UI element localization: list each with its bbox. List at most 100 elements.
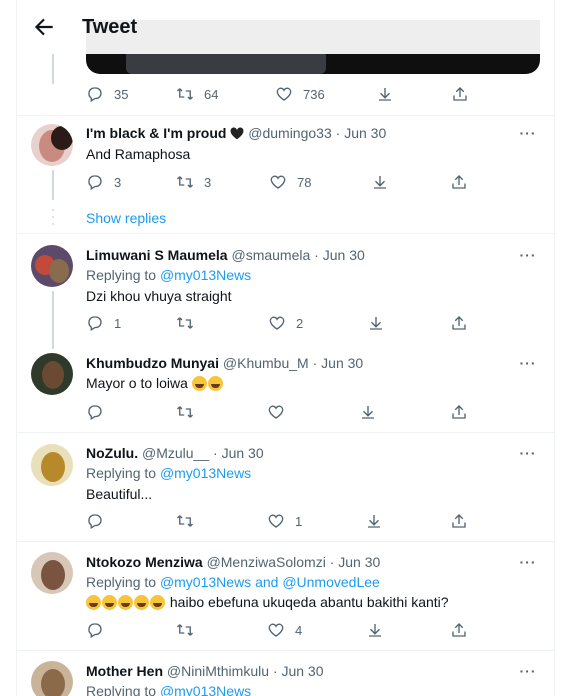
display-name[interactable]: NoZulu. — [86, 445, 138, 461]
download-icon — [369, 624, 381, 637]
separator: · — [329, 554, 335, 570]
avatar[interactable] — [31, 552, 73, 594]
more-options-button[interactable]: ··· — [518, 355, 538, 371]
tweet-date[interactable]: Jun 30 — [323, 247, 365, 263]
display-name[interactable]: I'm black & I'm proud — [86, 125, 226, 141]
avatar[interactable] — [31, 353, 73, 395]
thread-dots — [52, 209, 54, 225]
avatar[interactable] — [31, 124, 73, 166]
show-replies-link[interactable]: Show replies — [86, 210, 166, 226]
avatar[interactable] — [31, 245, 73, 287]
tweet-date[interactable]: Jun 30 — [281, 663, 323, 679]
like-button[interactable]: 4 — [267, 620, 302, 640]
like-button[interactable]: 2 — [268, 313, 303, 333]
more-options-button[interactable]: ··· — [518, 247, 538, 263]
reply-button[interactable] — [86, 511, 104, 531]
avatar[interactable] — [31, 661, 73, 696]
share-button[interactable] — [450, 402, 468, 422]
tweet-text-row: haibo ebefuna ukuqeda abantu bakithi kan… — [86, 594, 449, 610]
retweet-button[interactable] — [176, 402, 194, 422]
display-name[interactable]: Limuwani S Maumela — [86, 247, 228, 263]
reply-icon — [88, 514, 102, 529]
retweet-icon — [177, 88, 193, 100]
retweet-icon — [177, 406, 193, 418]
retweet-count: 64 — [204, 86, 219, 102]
bookmark-button[interactable] — [365, 511, 383, 531]
heart-icon — [268, 623, 284, 637]
handle[interactable]: @smaumela — [231, 247, 310, 263]
more-options-button[interactable]: ··· — [518, 663, 538, 679]
tweet-thread-column: Tweet 35 64 736 I'm black & I'm proud @d… — [16, 0, 555, 696]
reply-button[interactable] — [86, 620, 104, 640]
divider — [17, 233, 554, 234]
retweet-icon — [177, 317, 193, 329]
handle[interactable]: @Mzulu__ — [142, 445, 209, 461]
reply-count: 1 — [114, 315, 122, 331]
reply-button[interactable]: 3 — [86, 172, 121, 192]
tweet-date[interactable]: Jun 30 — [321, 355, 363, 371]
back-arrow-icon[interactable] — [31, 14, 57, 40]
display-name[interactable]: Ntokozo Menziwa — [86, 554, 203, 570]
handle[interactable]: @NiniMthimkulu — [167, 663, 269, 679]
like-button[interactable] — [267, 402, 285, 422]
heart-icon — [268, 514, 284, 528]
bookmark-button[interactable] — [367, 313, 385, 333]
bookmark-button[interactable] — [366, 620, 384, 640]
reply-icon — [88, 87, 102, 102]
page-title: Tweet — [82, 16, 138, 38]
reply-button[interactable]: 1 — [86, 313, 121, 333]
reply-icon — [88, 316, 102, 331]
retweet-button[interactable] — [176, 313, 194, 333]
heart-icon — [270, 175, 286, 189]
more-options-button[interactable]: ··· — [518, 554, 538, 570]
share-button[interactable] — [450, 620, 468, 640]
replying-to-label: Replying to — [86, 683, 157, 696]
handle[interactable]: @MenziwaSolomzi — [207, 554, 326, 570]
share-button[interactable] — [451, 84, 469, 104]
mention-link[interactable]: @my013News — [160, 683, 251, 696]
retweet-button[interactable]: 3 — [176, 172, 211, 192]
retweet-button[interactable] — [176, 511, 194, 531]
display-name[interactable]: Khumbudzo Munyai — [86, 355, 219, 371]
reply-count: 3 — [114, 174, 122, 190]
retweet-icon — [177, 176, 193, 188]
replying-to-label: Replying to — [86, 574, 157, 590]
mention-link[interactable]: @my013News — [160, 267, 251, 283]
top-tweet-actions: 35 64 736 — [86, 84, 486, 104]
like-button[interactable]: 1 — [267, 511, 302, 531]
more-options-button[interactable]: ··· — [518, 125, 538, 141]
mention-link[interactable]: @my013News and @UnmovedLee — [160, 574, 380, 590]
tweet-date[interactable]: Jun 30 — [344, 125, 386, 141]
divider — [17, 432, 554, 433]
bookmark-button[interactable] — [376, 84, 394, 104]
tears-of-joy-emoji — [118, 595, 133, 610]
like-button[interactable]: 736 — [275, 84, 325, 104]
share-button[interactable] — [450, 172, 468, 192]
like-button[interactable]: 78 — [269, 172, 311, 192]
tweet-date[interactable]: Jun 30 — [222, 445, 264, 461]
bookmark-button[interactable] — [371, 172, 389, 192]
avatar[interactable] — [31, 444, 73, 486]
retweet-button[interactable]: 64 — [176, 84, 218, 104]
thread-line — [52, 291, 54, 349]
handle[interactable]: @dumingo33 — [248, 125, 332, 141]
reply-button[interactable] — [86, 402, 104, 422]
more-options-button[interactable]: ··· — [518, 445, 538, 461]
handle[interactable]: @Khumbu_M — [223, 355, 309, 371]
tweet-date[interactable]: Jun 30 — [338, 554, 380, 570]
retweet-button[interactable] — [176, 620, 194, 640]
display-name[interactable]: Mother Hen — [86, 663, 163, 679]
share-button[interactable] — [450, 511, 468, 531]
bookmark-button[interactable] — [359, 402, 377, 422]
retweet-count: 3 — [204, 174, 212, 190]
tears-of-joy-emoji — [86, 595, 101, 610]
mention-link[interactable]: @my013News — [160, 465, 251, 481]
tweet-actions: 1 — [86, 511, 486, 531]
share-button[interactable] — [450, 313, 468, 333]
tweet-header: Khumbudzo Munyai @Khumbu_M · Jun 30 — [86, 355, 363, 371]
share-icon — [452, 405, 466, 419]
separator: · — [335, 125, 341, 141]
thread-line — [52, 54, 54, 84]
download-icon — [379, 88, 391, 101]
reply-button[interactable]: 35 — [86, 84, 128, 104]
